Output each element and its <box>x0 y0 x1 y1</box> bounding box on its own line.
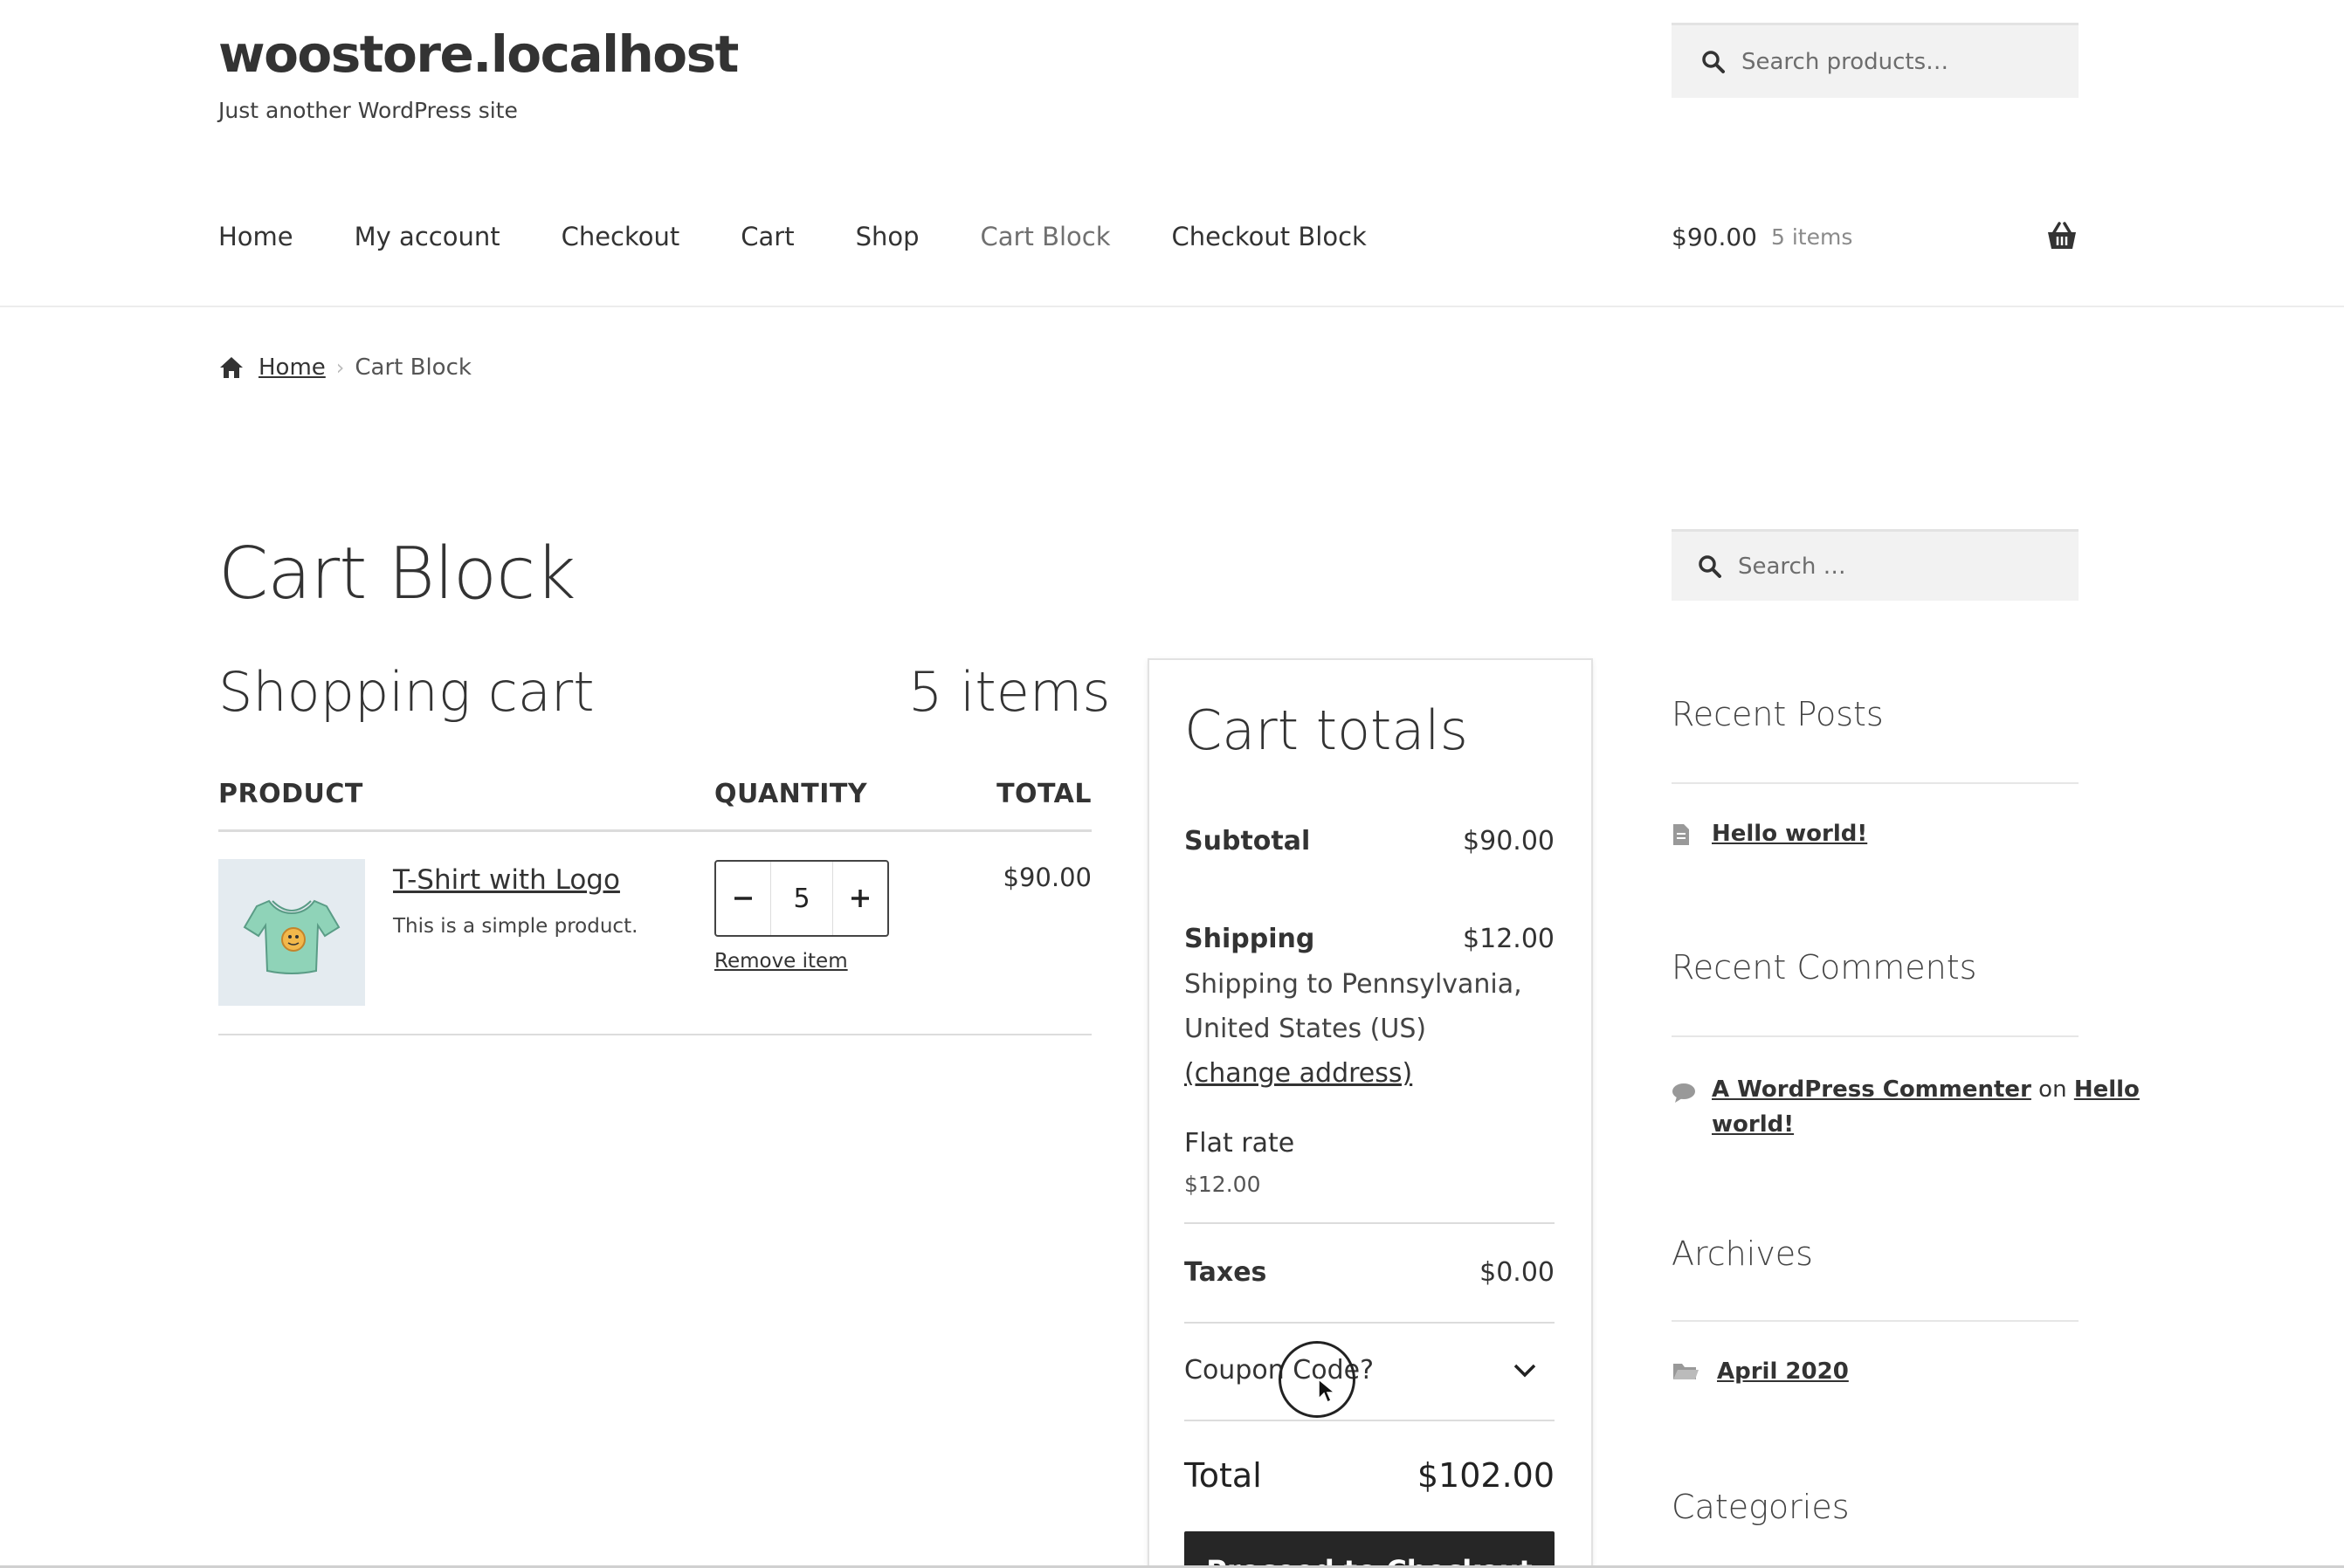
minus-icon[interactable] <box>716 862 770 935</box>
shipping-row: Shipping $12.00 <box>1184 924 1555 954</box>
shipping-method-price: $12.00 <box>1184 1172 1261 1197</box>
archive-item: April 2020 <box>1672 1358 1849 1385</box>
breadcrumb-home-link[interactable]: Home <box>259 354 326 381</box>
nav-item-checkout-block[interactable]: Checkout Block <box>1172 222 1367 251</box>
subtotal-value: $90.00 <box>1463 826 1555 856</box>
primary-navigation: Home My account Checkout Cart Shop Cart … <box>218 222 1428 251</box>
archive-link[interactable]: April 2020 <box>1717 1358 1849 1385</box>
search-icon[interactable] <box>1698 46 1729 78</box>
home-icon <box>218 355 245 380</box>
nav-item-shop[interactable]: Shop <box>856 222 920 251</box>
table-header-divider <box>218 829 1092 832</box>
categories-title: Categories <box>1672 1488 1850 1526</box>
nav-item-my-account[interactable]: My account <box>355 222 500 251</box>
cart-item-count: 5 items <box>908 660 1111 724</box>
totals-divider <box>1184 1420 1555 1421</box>
shipping-value: $12.00 <box>1463 924 1555 954</box>
product-name-link[interactable]: T-Shirt with Logo <box>393 864 620 896</box>
total-value: $102.00 <box>1417 1456 1555 1495</box>
shipping-destination-line2: United States (US) <box>1184 1014 1427 1044</box>
totals-divider <box>1184 1322 1555 1324</box>
cart-totals-title: Cart totals <box>1184 698 1468 762</box>
chevron-down-icon[interactable] <box>1513 1355 1537 1386</box>
basket-icon[interactable] <box>2045 222 2079 251</box>
product-thumbnail[interactable] <box>218 859 365 1006</box>
taxes-label: Taxes <box>1184 1257 1267 1288</box>
breadcrumb-separator: › <box>335 355 345 380</box>
mini-cart-amount[interactable]: $90.00 <box>1672 223 1757 251</box>
recent-comments-title: Recent Comments <box>1672 948 1977 987</box>
sidebar-search[interactable] <box>1672 529 2079 601</box>
column-header-total: TOTAL <box>996 779 1092 809</box>
change-address-link[interactable]: (change address) <box>1184 1058 1412 1089</box>
nav-item-cart-block[interactable]: Cart Block <box>981 222 1111 251</box>
quantity-stepper[interactable]: 5 <box>714 860 889 937</box>
header-divider <box>0 306 2344 307</box>
comment-post-link-continued[interactable]: world! <box>1712 1111 1794 1138</box>
comment-author-link[interactable]: A WordPress Commenter <box>1712 1076 2031 1103</box>
comment-icon <box>1672 1079 1695 1104</box>
breadcrumb-current: Cart Block <box>355 354 472 381</box>
proceed-to-checkout-button[interactable]: Proceed to Checkout <box>1184 1531 1555 1568</box>
comment-on-text: on <box>2038 1076 2067 1103</box>
page-title: Cart Block <box>218 533 576 616</box>
nav-item-cart[interactable]: Cart <box>741 222 794 251</box>
shipping-destination-line1: Shipping to Pennsylvania, <box>1184 969 1522 1000</box>
shipping-method-name[interactable]: Flat rate <box>1184 1128 1294 1159</box>
header-search-input[interactable] <box>1741 48 2038 75</box>
widget-divider <box>1672 1320 2079 1322</box>
subtotal-row: Subtotal $90.00 <box>1184 826 1555 856</box>
row-divider <box>218 1034 1092 1035</box>
breadcrumb: Home › Cart Block <box>218 354 472 381</box>
cart-totals-panel <box>1148 658 1593 1568</box>
cart-heading: Shopping cart <box>218 660 595 724</box>
mini-cart-count[interactable]: 5 items <box>1771 224 1852 250</box>
recent-post-link[interactable]: Hello world! <box>1712 821 1867 847</box>
widget-divider <box>1672 1035 2079 1037</box>
taxes-value: $0.00 <box>1479 1257 1555 1288</box>
nav-item-checkout[interactable]: Checkout <box>562 222 680 251</box>
column-header-product: PRODUCT <box>218 779 363 809</box>
quantity-input[interactable]: 5 <box>770 862 833 935</box>
sidebar-search-input[interactable] <box>1738 553 2035 580</box>
plus-icon[interactable] <box>833 862 887 935</box>
taxes-row: Taxes $0.00 <box>1184 1257 1555 1288</box>
order-total-row: Total $102.00 <box>1184 1456 1555 1495</box>
nav-item-home[interactable]: Home <box>218 222 293 251</box>
comment-post-link[interactable]: Hello <box>2074 1076 2140 1103</box>
total-label: Total <box>1184 1456 1262 1495</box>
product-description: This is a simple product. <box>393 915 638 938</box>
widget-divider <box>1672 782 2079 784</box>
line-item-total: $90.00 <box>1003 863 1092 892</box>
archives-title: Archives <box>1672 1234 1813 1273</box>
shipping-label: Shipping <box>1184 924 1315 954</box>
folder-icon <box>1672 1360 1699 1385</box>
subtotal-label: Subtotal <box>1184 826 1311 856</box>
remove-item-link[interactable]: Remove item <box>714 950 848 973</box>
mini-cart[interactable]: $90.00 5 items <box>1672 222 2079 251</box>
recent-comment-item: A WordPress Commenter on Hello world! <box>1672 1072 2140 1142</box>
recent-posts-title: Recent Posts <box>1672 695 1884 733</box>
document-icon <box>1672 822 1694 847</box>
header-product-search[interactable] <box>1672 23 2079 98</box>
site-title[interactable]: woostore.localhost <box>218 24 739 84</box>
column-header-quantity: QUANTITY <box>714 779 868 809</box>
recent-post-item: Hello world! <box>1672 821 1867 847</box>
search-icon[interactable] <box>1694 551 1726 582</box>
totals-divider <box>1184 1222 1555 1224</box>
coupon-code-toggle[interactable]: Coupon Code? <box>1184 1355 1555 1386</box>
mouse-cursor-icon <box>1317 1378 1338 1409</box>
site-description: Just another WordPress site <box>218 98 518 123</box>
